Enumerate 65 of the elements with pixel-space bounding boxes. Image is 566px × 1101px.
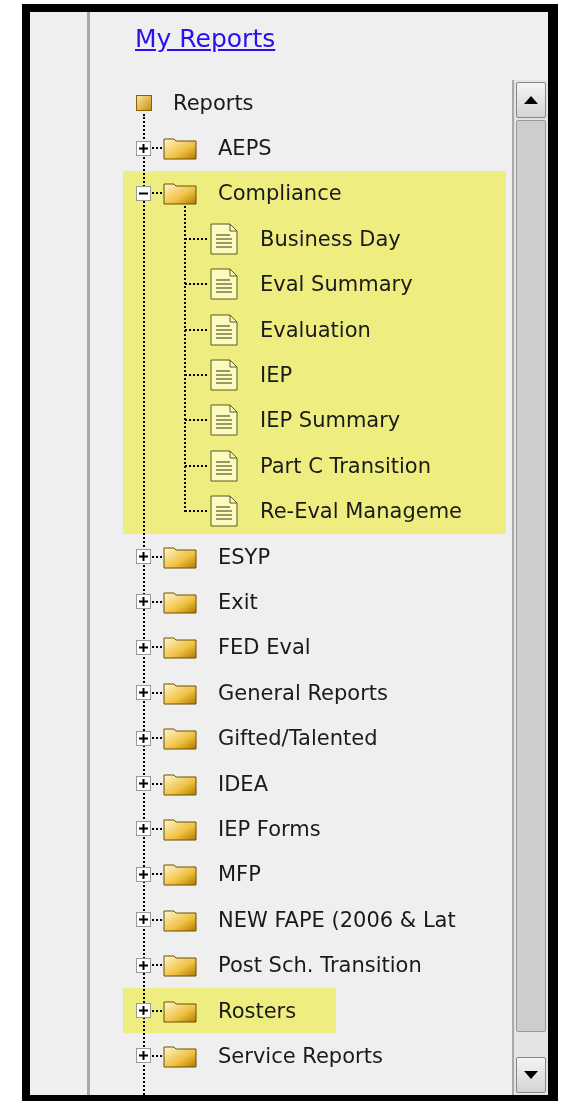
expand-toggle[interactable] [136, 140, 151, 156]
tree-label[interactable]: IEP [260, 363, 293, 388]
folder-icon [163, 544, 197, 569]
expand-toggle[interactable] [136, 685, 151, 701]
tree-label[interactable]: MFP [218, 862, 261, 887]
down-arrow-icon [524, 1071, 538, 1079]
tree-label[interactable]: Exit [218, 590, 258, 614]
tree-label[interactable]: IEP Forms [218, 816, 321, 841]
tree-label[interactable]: ESYP [218, 544, 271, 569]
expand-toggle[interactable] [136, 821, 151, 837]
expand-toggle[interactable] [136, 639, 151, 655]
folder-icon [163, 816, 197, 841]
scrollbar[interactable] [512, 80, 548, 1095]
document-icon [210, 449, 238, 482]
document-icon [210, 222, 238, 255]
folder-icon [163, 998, 197, 1023]
tree-label[interactable]: Eval Summary [260, 272, 413, 297]
tree-label[interactable]: Evaluation [260, 317, 371, 342]
tree-label[interactable]: Part C Transition [260, 453, 432, 478]
folder-icon [163, 907, 197, 932]
tree-label[interactable]: Business Day [260, 226, 401, 251]
document-icon [210, 359, 238, 392]
tree-label[interactable]: IDEA [218, 771, 268, 796]
expand-toggle[interactable] [136, 1003, 151, 1018]
tree-label[interactable]: AEPS [218, 136, 272, 161]
tree-label[interactable]: Compliance [218, 181, 342, 206]
folder-icon [163, 181, 197, 206]
tree-label[interactable]: Rosters [218, 998, 297, 1023]
scroll-down-button[interactable] [516, 1057, 546, 1093]
expand-toggle[interactable] [136, 185, 151, 201]
expand-toggle[interactable] [136, 957, 151, 973]
tree-label[interactable]: FED Eval [218, 635, 311, 660]
folder-icon [163, 590, 197, 614]
tree-label[interactable]: Service Reports [218, 1043, 383, 1068]
document-icon [210, 404, 238, 437]
tree-label[interactable]: Gifted/Talented [218, 726, 378, 751]
scroll-thumb[interactable] [516, 120, 546, 1032]
tree-label[interactable]: Reports [173, 90, 254, 115]
expand-toggle[interactable] [136, 776, 151, 792]
expand-toggle[interactable] [136, 912, 151, 928]
document-icon [210, 313, 238, 346]
tree-label[interactable]: General Reports [218, 680, 388, 705]
folder-icon [163, 953, 197, 978]
document-icon [210, 268, 238, 301]
expand-toggle[interactable] [136, 549, 151, 565]
expand-toggle[interactable] [136, 594, 151, 610]
my-reports-link[interactable]: My Reports [135, 24, 276, 53]
folder-icon [163, 635, 197, 660]
scroll-up-button[interactable] [516, 82, 546, 118]
up-arrow-icon [524, 96, 538, 104]
expand-toggle[interactable] [136, 1048, 151, 1064]
folder-icon [163, 771, 197, 796]
tree-label[interactable]: Re-Eval Manageme [260, 499, 462, 524]
document-icon [210, 495, 238, 528]
root-folder-icon [136, 94, 152, 111]
folder-icon [163, 1043, 197, 1068]
folder-icon [163, 680, 197, 705]
tree-label[interactable]: IEP Summary [260, 408, 401, 433]
expand-toggle[interactable] [136, 730, 151, 746]
folder-icon [163, 726, 197, 751]
folder-icon [163, 862, 197, 887]
folder-icon [163, 136, 197, 161]
tree-label[interactable]: Post Sch. Transition [218, 953, 422, 978]
tree-label[interactable]: NEW FAPE (2006 & Lat [218, 907, 456, 932]
expand-toggle[interactable] [136, 866, 151, 882]
